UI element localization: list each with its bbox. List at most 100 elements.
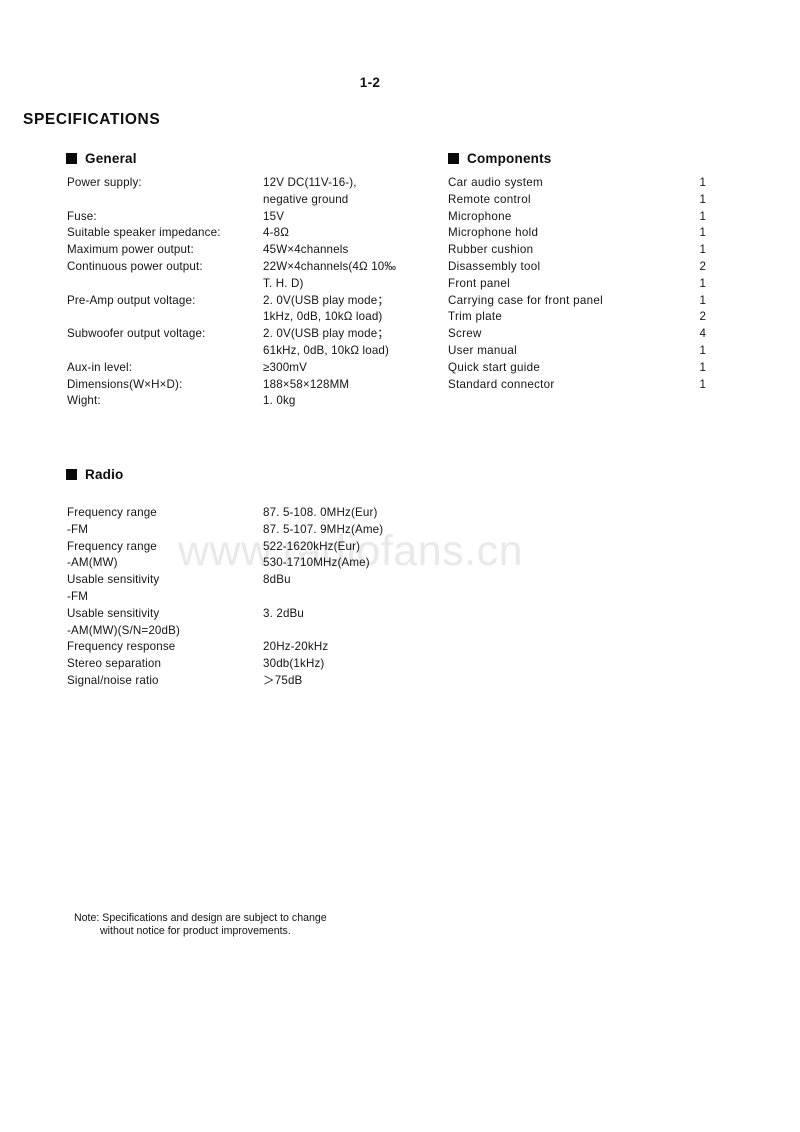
spec-label: Dimensions(W×H×D): bbox=[67, 377, 183, 391]
spec-row: Power supply: 12V DC(11V-16-), bbox=[67, 175, 427, 192]
spec-row: Subwoofer output voltage: 2. 0V(USB play … bbox=[67, 326, 427, 343]
spec-row: 61kHz, 0dB, 10kΩ load) bbox=[67, 343, 427, 360]
spec-row: Continuous power output: 22W×4channels(4Ω… bbox=[67, 259, 427, 276]
spec-row: -AM(MW) 530-1710MHz(Ame) bbox=[67, 555, 427, 572]
spec-label bbox=[67, 192, 263, 209]
spec-label: Stereo separation bbox=[67, 657, 162, 671]
section-heading-general: General bbox=[66, 151, 137, 166]
component-quantity: 4 bbox=[699, 327, 706, 341]
spec-label bbox=[67, 343, 263, 360]
spec-value bbox=[263, 589, 266, 606]
spec-row: -FM bbox=[67, 589, 427, 606]
spec-row: -AM(MW)(S/N=20dB) bbox=[67, 623, 427, 640]
component-row: Remote control 1 bbox=[448, 192, 706, 209]
spec-table-general: Power supply: 12V DC(11V-16-), negative g… bbox=[67, 175, 427, 410]
spec-value: 12V DC(11V-16-), bbox=[263, 176, 357, 189]
component-quantity: 2 bbox=[699, 310, 706, 324]
page-number: 1-2 bbox=[359, 75, 381, 90]
component-name: Microphone bbox=[448, 209, 512, 223]
spec-label: Usable sensitivity bbox=[67, 573, 160, 587]
component-row: Car audio system 1 bbox=[448, 175, 706, 192]
spec-row: Usable sensitivity 3. 2dBu bbox=[67, 606, 427, 623]
component-quantity: 1 bbox=[699, 192, 706, 206]
component-name: Disassembly tool bbox=[448, 259, 541, 273]
component-name: Quick start guide bbox=[448, 360, 541, 374]
spec-value: 87. 5-108. 0MHz(Eur) bbox=[263, 506, 378, 519]
component-name: Screw bbox=[448, 327, 482, 341]
spec-value: 1kHz, 0dB, 10kΩ load) bbox=[263, 310, 383, 324]
spec-label bbox=[67, 309, 263, 326]
filled-square-bullet-icon bbox=[448, 153, 459, 164]
spec-label: -FM bbox=[67, 589, 89, 603]
spec-value: 1. 0kg bbox=[263, 394, 296, 408]
spec-row: Pre-Amp output voltage: 2. 0V(USB play mo… bbox=[67, 293, 427, 310]
spec-row: Dimensions(W×H×D): 188×58×128MM bbox=[67, 377, 427, 394]
spec-row: Wight: 1. 0kg bbox=[67, 393, 427, 410]
component-quantity: 1 bbox=[699, 276, 706, 290]
spec-row: Signal/noise ratio ＞75dB bbox=[67, 673, 427, 690]
component-name: Carrying case for front panel bbox=[448, 293, 603, 307]
spec-row: Fuse: 15V bbox=[67, 209, 427, 226]
component-quantity: 1 bbox=[699, 343, 706, 357]
spec-label: -AM(MW)(S/N=20dB) bbox=[67, 623, 181, 637]
spec-label bbox=[67, 276, 263, 293]
document-page: www.radiofans.cn 1-2 SPECIFICATIONS Gene… bbox=[0, 0, 800, 1132]
spec-value: 2. 0V(USB play mode； bbox=[263, 293, 390, 307]
spec-label: Frequency range bbox=[67, 539, 157, 553]
spec-label: -FM bbox=[67, 522, 89, 536]
spec-value: 8dBu bbox=[263, 573, 291, 587]
footer-note-line-2: without notice for product improvements. bbox=[100, 925, 291, 937]
spec-label: Pre-Amp output voltage: bbox=[67, 293, 196, 307]
spec-label: Subwoofer output voltage: bbox=[67, 327, 206, 341]
component-row: Microphone 1 bbox=[448, 209, 706, 226]
section-heading-radio: Radio bbox=[66, 467, 124, 482]
spec-row: Aux-in level: ≥300mV bbox=[67, 360, 427, 377]
spec-label: -AM(MW) bbox=[67, 556, 118, 570]
spec-value: 61kHz, 0dB, 10kΩ load) bbox=[263, 343, 390, 357]
spec-label: Usable sensitivity bbox=[67, 606, 160, 620]
spec-value: 2. 0V(USB play mode； bbox=[263, 327, 390, 341]
footer-note: Note: Specifications and design are subj… bbox=[74, 912, 327, 938]
spec-label: Wight: bbox=[67, 394, 101, 408]
spec-label: Fuse: bbox=[67, 209, 97, 223]
spec-label: Aux-in level: bbox=[67, 360, 133, 374]
spec-value: T. H. D) bbox=[263, 276, 304, 290]
section-heading-components: Components bbox=[448, 151, 552, 166]
spec-row: Usable sensitivity 8dBu bbox=[67, 572, 427, 589]
spec-label: Maximum power output: bbox=[67, 243, 194, 257]
spec-row: Stereo separation 30db(1kHz) bbox=[67, 656, 427, 673]
spec-row: Maximum power output: 45W×4channels bbox=[67, 242, 427, 259]
spec-row: 1kHz, 0dB, 10kΩ load) bbox=[67, 309, 427, 326]
component-quantity: 1 bbox=[699, 293, 706, 307]
spec-value: 22W×4channels(4Ω 10‰ bbox=[263, 259, 397, 273]
spec-row: Frequency range 522-1620kHz(Eur) bbox=[67, 539, 427, 556]
component-row: Disassembly tool 2 bbox=[448, 259, 706, 276]
spec-value: 4-8Ω bbox=[263, 226, 290, 240]
spec-value: 522-1620kHz(Eur) bbox=[263, 539, 361, 553]
component-quantity: 1 bbox=[699, 209, 706, 223]
footer-note-line-1: Note: Specifications and design are subj… bbox=[74, 912, 327, 924]
component-name: Rubber cushion bbox=[448, 243, 534, 257]
filled-square-bullet-icon bbox=[66, 469, 77, 480]
component-row: Screw 4 bbox=[448, 326, 706, 343]
spec-label: Suitable speaker impedance: bbox=[67, 226, 221, 240]
spec-label: Power supply: bbox=[67, 176, 142, 189]
spec-row: Frequency range 87. 5-108. 0MHz(Eur) bbox=[67, 505, 427, 522]
spec-value: 530-1710MHz(Ame) bbox=[263, 556, 370, 570]
component-row: Quick start guide 1 bbox=[448, 360, 706, 377]
component-name: Trim plate bbox=[448, 310, 503, 324]
components-list: Car audio system 1 Remote control 1 Micropho… bbox=[448, 175, 706, 393]
spec-value: 45W×4channels bbox=[263, 243, 349, 257]
spec-value: 87. 5-107. 9MHz(Ame) bbox=[263, 522, 384, 536]
spec-row: Suitable speaker impedance: 4-8Ω bbox=[67, 225, 427, 242]
spec-value: ≥300mV bbox=[263, 360, 307, 374]
spec-value: 188×58×128MM bbox=[263, 377, 350, 391]
component-quantity: 1 bbox=[699, 176, 706, 189]
section-heading-label: General bbox=[85, 151, 137, 166]
spec-row: T. H. D) bbox=[67, 276, 427, 293]
spec-value: negative ground bbox=[263, 192, 349, 206]
spec-label: Signal/noise ratio bbox=[67, 673, 159, 687]
component-row: Trim plate 2 bbox=[448, 309, 706, 326]
component-row: Front panel 1 bbox=[448, 276, 706, 293]
component-quantity: 2 bbox=[699, 259, 706, 273]
